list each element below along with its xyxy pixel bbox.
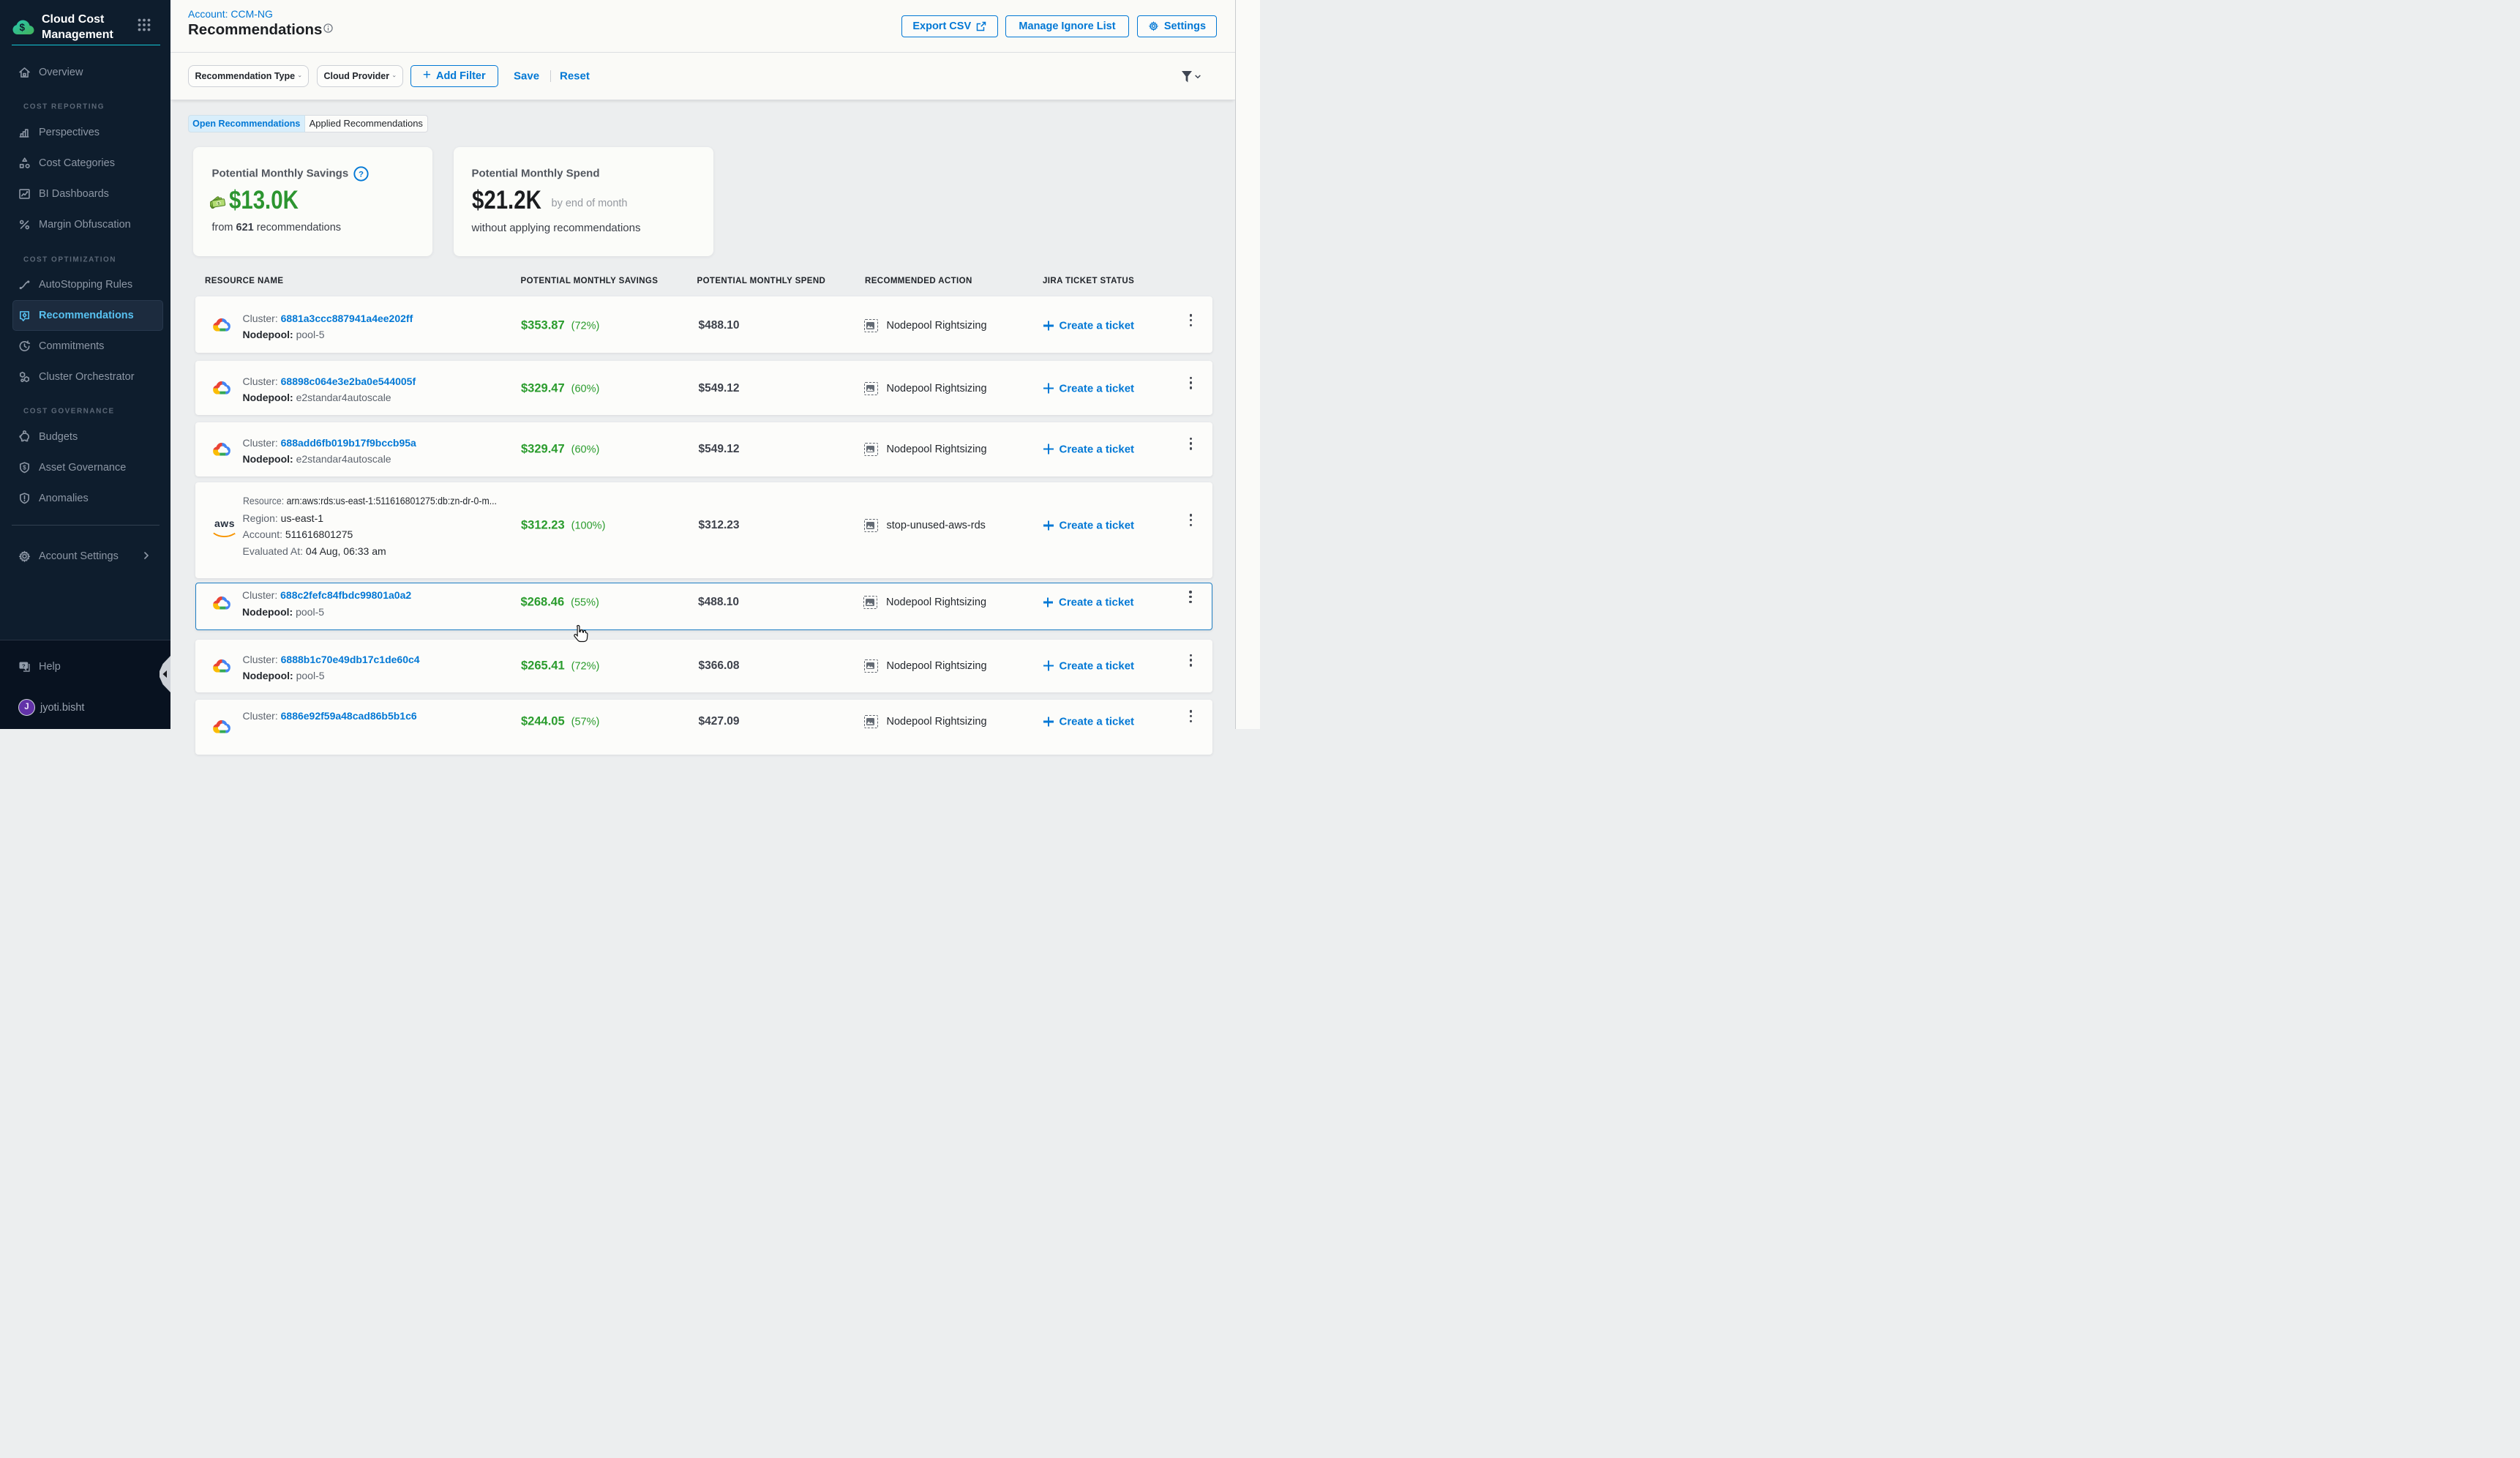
svg-text:?: ?: [359, 170, 364, 179]
svg-text:?: ?: [22, 662, 26, 669]
svg-text:$: $: [23, 464, 26, 471]
svg-text:$: $: [20, 22, 26, 33]
